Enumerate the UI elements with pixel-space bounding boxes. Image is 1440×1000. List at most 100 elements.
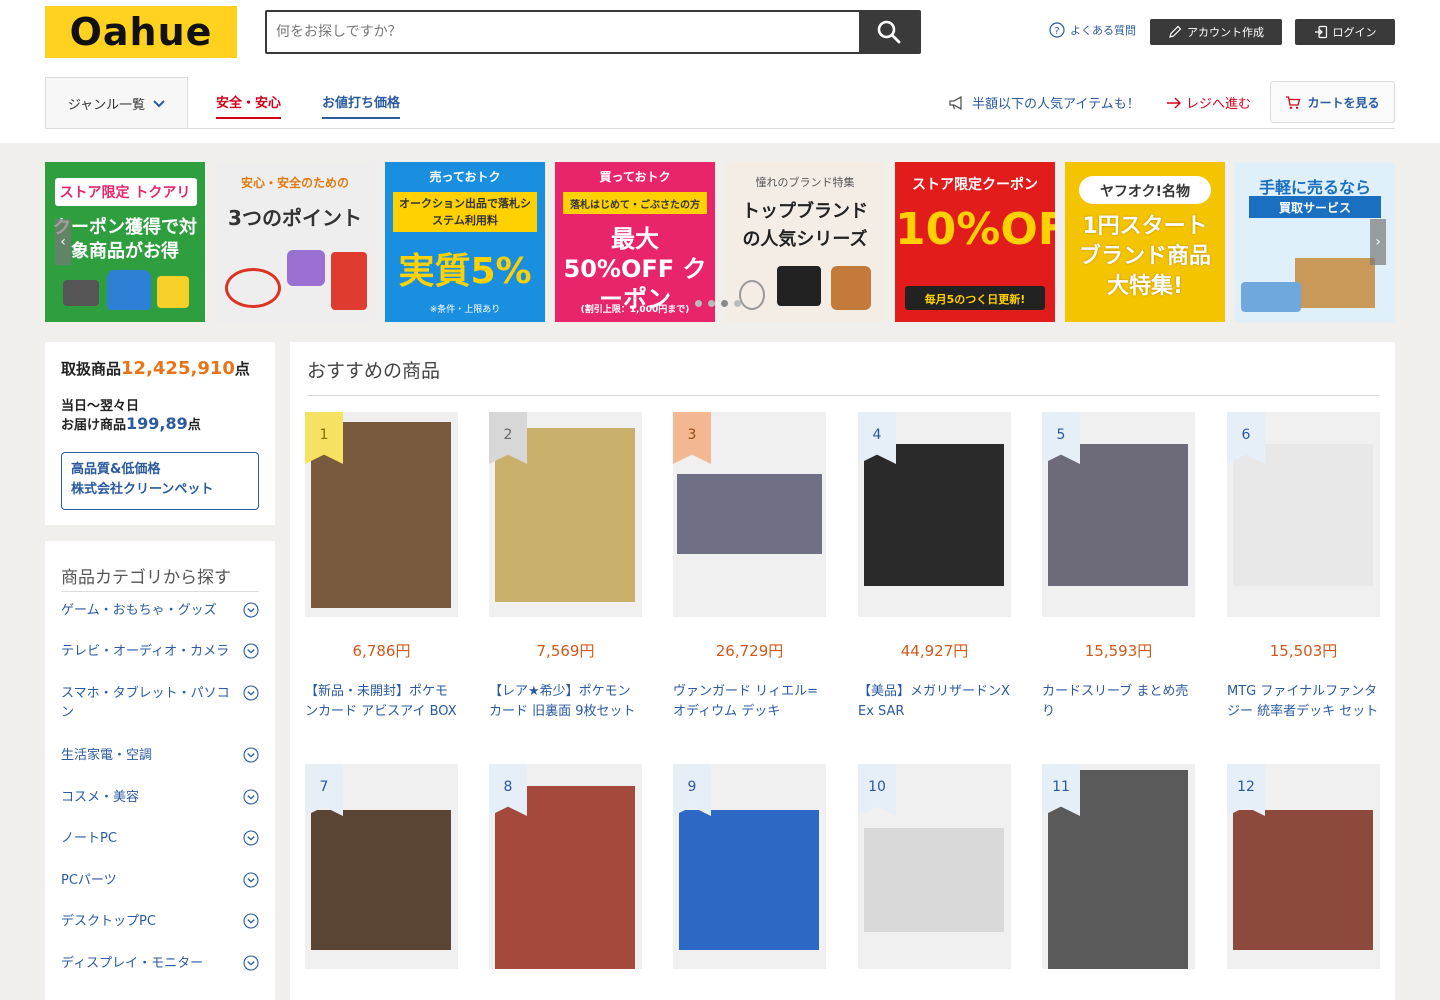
category-item[interactable]: テレビ・オーディオ・カメラ	[61, 642, 259, 661]
product-price: 26,729円	[715, 642, 784, 660]
product-image[interactable]	[1233, 444, 1373, 586]
product-image-frame[interactable]: 4	[858, 412, 1011, 617]
product-name[interactable]: 【レア★希少】ポケモンカード 旧裏面 9枚セット	[489, 682, 642, 722]
product-image-frame[interactable]: 10	[858, 764, 1011, 969]
banner-1yen-start[interactable]: ヤフオク!名物 1円スタート ブランド商品 大特集!	[1065, 162, 1225, 322]
product-name[interactable]: ヴァンガード リィエル=オディウム デッキ	[673, 682, 826, 722]
carousel-dot[interactable]	[734, 300, 741, 307]
category-title: 商品カテゴリから探す	[61, 568, 231, 588]
chevron-down-circle-icon[interactable]	[243, 872, 259, 888]
faq-link[interactable]: ? よくある質問	[1049, 22, 1136, 38]
cart-label: カートを見る	[1307, 95, 1380, 110]
category-item[interactable]: デスクトップPC	[61, 912, 259, 931]
category-divider	[61, 591, 259, 592]
product-image[interactable]	[311, 810, 451, 950]
product-image-frame[interactable]: 12	[1227, 764, 1380, 969]
login-button[interactable]: ログイン	[1295, 19, 1395, 45]
product-image-frame[interactable]: 7	[305, 764, 458, 969]
chevron-down-circle-icon[interactable]	[243, 643, 259, 659]
rank-badge: 12	[1227, 764, 1265, 816]
category-label: PCパーツ	[61, 873, 117, 888]
nav-safe[interactable]: 安全・安心	[216, 92, 282, 119]
product-price: 44,927円	[900, 642, 969, 660]
delivery-count-line: お届け商品199,89点	[61, 414, 201, 433]
product-price: 6,786円	[352, 642, 411, 660]
rank-badge: 9	[673, 764, 711, 816]
product-image-frame[interactable]: 1	[305, 412, 458, 617]
shop-note[interactable]: 高品質&低価格 株式会社クリーンペット	[61, 452, 259, 510]
product-image-frame[interactable]: 9	[673, 764, 826, 969]
product-image[interactable]	[679, 810, 819, 950]
product-name[interactable]: 【新品・未開封】ポケモンカード アビスアイ BOX	[305, 682, 458, 722]
carousel-dot[interactable]	[708, 300, 715, 307]
category-panel: 商品カテゴリから探す ゲーム・おもちゃ・グッズ テレビ・オーディオ・カメラスマホ・…	[45, 541, 275, 1000]
product-image-frame[interactable]: 5	[1042, 412, 1195, 617]
category-item[interactable]: 生活家電・空調	[61, 746, 259, 765]
chevron-down-circle-icon[interactable]	[243, 747, 259, 763]
clothes-image	[1241, 282, 1301, 312]
banner-3-note: ※条件・上限あり	[429, 305, 501, 315]
product-image-frame[interactable]: 2	[489, 412, 642, 617]
category-item[interactable]: コスメ・美容	[61, 788, 259, 807]
carousel-dot[interactable]	[695, 300, 702, 307]
product-image-frame[interactable]: 8	[489, 764, 642, 969]
banner-5-main: トップブランドの人気シリーズ	[742, 201, 868, 250]
site-logo[interactable]: Oahue	[45, 6, 237, 58]
nav-deal[interactable]: お値打ち価格	[322, 92, 401, 119]
create-account-button[interactable]: アカウント作成	[1150, 19, 1282, 45]
product-price: 15,593円	[1084, 642, 1153, 660]
faq-label: よくある質問	[1070, 24, 1136, 37]
product-image-frame[interactable]: 6	[1227, 412, 1380, 617]
product-image-frame[interactable]: 11	[1042, 764, 1195, 969]
product-name[interactable]: 【美品】メガリザードンX Ex SAR	[858, 682, 1011, 722]
banner-store-coupon[interactable]: ストア限定クーポン 10%OFF 毎月5のつく日更新!	[895, 162, 1055, 322]
register-label: レジへ進む	[1186, 97, 1252, 112]
category-label: デスクトップPC	[61, 914, 156, 929]
product-name[interactable]: MTG ファイナルファンタジー 統率者デッキ セット	[1227, 682, 1380, 722]
carousel-dot-active[interactable]	[721, 300, 728, 307]
product-name[interactable]: カードスリーブ まとめ売り	[1042, 682, 1195, 722]
arrow-right-icon	[1167, 97, 1181, 108]
product-image[interactable]	[1048, 444, 1188, 586]
chevron-down-circle-icon[interactable]	[243, 830, 259, 846]
promo-link[interactable]: 半額以下の人気アイテムも！	[948, 93, 1140, 112]
product-image-frame[interactable]: 3	[673, 412, 826, 617]
banner-3-top: 売っておトク	[429, 170, 501, 184]
chevron-down-circle-icon[interactable]	[243, 913, 259, 929]
category-item[interactable]: PCパーツ	[61, 871, 259, 890]
recommend-title: おすすめの商品	[307, 360, 441, 382]
category-item[interactable]: スマホ・タブレット・パソコン	[61, 684, 259, 722]
search-input[interactable]	[267, 12, 859, 52]
product-image[interactable]	[864, 444, 1004, 586]
banner-3-sub: オークション出品で落札システム利用料	[399, 197, 531, 227]
megaphone-icon	[949, 95, 962, 110]
cart-button[interactable]: カートを見る	[1270, 81, 1395, 123]
search-bar	[265, 10, 921, 54]
category-item[interactable]: ノートPC	[61, 829, 259, 848]
banner-2-main: 3つのポイント	[228, 206, 362, 230]
banner-4-note: (割引上限：1,000円まで)	[580, 305, 690, 315]
banner-buy-deal[interactable]: 買っておトク 落札はじめて・ごぶさたの方 最大50%OFF クーポン (割引上限…	[555, 162, 715, 322]
black-bag-image	[777, 266, 821, 306]
chevron-down-circle-icon[interactable]	[243, 789, 259, 805]
register-link[interactable]: レジへ進む	[1166, 93, 1251, 112]
carousel-prev-arrow[interactable]: ‹	[55, 219, 71, 265]
banner-safety[interactable]: 安心・安全のための 3つのポイント	[215, 162, 375, 322]
category-item[interactable]: ディスプレイ・モニター	[61, 954, 259, 973]
product-image[interactable]	[677, 474, 822, 554]
product-image[interactable]	[495, 786, 635, 969]
banner-8-sub: 買取サービス	[1278, 201, 1351, 215]
product-image[interactable]	[1233, 810, 1373, 950]
chevron-down-circle-icon[interactable]	[243, 685, 259, 701]
genre-menu-button[interactable]: ジャンル一覧	[45, 77, 188, 129]
product-image[interactable]	[864, 828, 1004, 932]
carousel-next-arrow[interactable]: ›	[1370, 219, 1386, 265]
chevron-down-circle-icon[interactable]	[243, 602, 259, 618]
login-label: ログイン	[1332, 26, 1377, 39]
chevron-down-circle-icon[interactable]	[243, 955, 259, 971]
banner-top-brands[interactable]: 憧れのブランド特集 トップブランドの人気シリーズ	[725, 162, 885, 322]
banner-sell-deal[interactable]: 売っておトク オークション出品で落札システム利用料 実質5% ※条件・上限あり	[385, 162, 545, 322]
search-button[interactable]	[859, 12, 919, 52]
category-label: ディスプレイ・モニター	[61, 956, 204, 971]
category-item[interactable]: ゲーム・おもちゃ・グッズ	[61, 601, 259, 620]
